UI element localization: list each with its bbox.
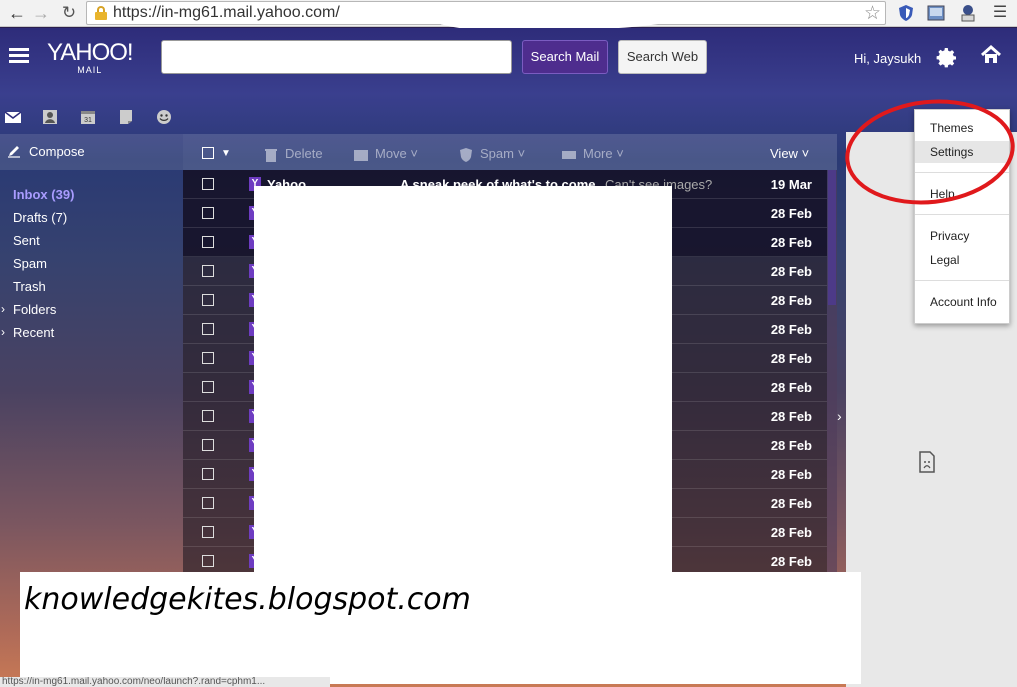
broken-file-icon: [919, 451, 935, 473]
compose-label: Compose: [29, 144, 85, 159]
search-mail-button[interactable]: Search Mail: [522, 40, 608, 74]
row-checkbox[interactable]: [202, 178, 214, 190]
back-icon[interactable]: ←: [6, 2, 28, 24]
sidebar-item-sent[interactable]: Sent: [0, 229, 183, 252]
settings-menu: Themes Settings Help Privacy Legal Accou…: [914, 109, 1010, 324]
menu-divider: [915, 172, 1009, 173]
message-date: 28 Feb: [770, 351, 812, 366]
watermark-text: knowledgekites.blogspot.com: [24, 582, 471, 617]
row-checkbox[interactable]: [202, 352, 214, 364]
browser-menu-icon[interactable]: ☰: [990, 3, 1010, 23]
message-date: 28 Feb: [770, 496, 812, 511]
trash-icon: [265, 148, 277, 162]
delete-button[interactable]: Delete: [263, 134, 323, 170]
chevron-down-icon[interactable]: ▼: [221, 134, 231, 170]
message-date: 28 Feb: [770, 322, 812, 337]
folder-list: Inbox (39) Drafts (7) Sent Spam Trash › F…: [0, 183, 183, 344]
sidebar-item-recent[interactable]: › Recent: [0, 321, 183, 344]
message-date: 28 Feb: [770, 380, 812, 395]
sidebar-item-trash[interactable]: Trash: [0, 275, 183, 298]
row-checkbox[interactable]: [202, 265, 214, 277]
message-date: 28 Feb: [770, 525, 812, 540]
view-button[interactable]: View ˅: [770, 134, 809, 170]
menu-divider: [915, 280, 1009, 281]
message-date: 28 Feb: [770, 293, 812, 308]
sidebar-item-folders[interactable]: › Folders: [0, 298, 183, 321]
messenger-icon[interactable]: [155, 108, 173, 126]
message-date: 28 Feb: [770, 438, 812, 453]
row-checkbox[interactable]: [202, 410, 214, 422]
row-checkbox[interactable]: [202, 439, 214, 451]
row-checkbox[interactable]: [202, 526, 214, 538]
row-checkbox[interactable]: [202, 468, 214, 480]
redaction-box: [254, 186, 672, 600]
svg-text:31: 31: [84, 117, 92, 124]
row-checkbox[interactable]: [202, 323, 214, 335]
watermark-banner: knowledgekites.blogspot.com: [20, 572, 861, 684]
message-date: 19 Mar: [770, 177, 812, 192]
menu-item-themes[interactable]: Themes: [915, 117, 1009, 139]
select-all-checkbox[interactable]: [202, 147, 214, 159]
message-date: 28 Feb: [770, 264, 812, 279]
chevron-right-icon: ›: [1, 325, 5, 339]
hamburger-menu-icon[interactable]: [9, 48, 29, 64]
app-switcher: 31: [0, 106, 180, 130]
move-folder-icon: [354, 149, 368, 161]
message-date: 28 Feb: [770, 206, 812, 221]
reload-icon[interactable]: ↻: [58, 2, 80, 24]
compose-button[interactable]: Compose: [0, 134, 183, 170]
row-checkbox[interactable]: [202, 497, 214, 509]
notepad-icon[interactable]: [117, 108, 135, 126]
row-checkbox[interactable]: [202, 555, 214, 567]
more-dots-icon: [562, 150, 576, 159]
row-checkbox[interactable]: [202, 207, 214, 219]
lock-icon: [95, 6, 107, 20]
message-date: 28 Feb: [770, 409, 812, 424]
row-checkbox[interactable]: [202, 381, 214, 393]
sidebar-item-inbox[interactable]: Inbox (39): [0, 183, 183, 206]
chevron-right-icon: ›: [1, 302, 5, 316]
url-text: https://in-mg61.mail.yahoo.com/: [113, 4, 340, 21]
row-checkbox[interactable]: [202, 236, 214, 248]
message-date: 28 Feb: [770, 467, 812, 482]
gear-icon[interactable]: [935, 46, 959, 70]
row-checkbox[interactable]: [202, 294, 214, 306]
scrollbar-thumb[interactable]: [828, 170, 836, 305]
menu-item-help[interactable]: Help: [915, 183, 1009, 205]
home-icon[interactable]: [980, 44, 1002, 66]
menu-item-legal[interactable]: Legal: [915, 249, 1009, 271]
menu-divider: [915, 214, 1009, 215]
search-web-button[interactable]: Search Web: [618, 40, 707, 74]
message-toolbar: ▼ Delete Move ˅ Spam ˅ More ˅ View ˅: [183, 134, 837, 170]
menu-item-settings[interactable]: Settings: [915, 141, 1009, 163]
shield-icon[interactable]: [896, 3, 916, 23]
spam-button[interactable]: Spam ˅: [458, 134, 525, 170]
menu-item-account-info[interactable]: Account Info: [915, 291, 1009, 313]
yahoo-logo[interactable]: YAHOO! MAIL: [47, 40, 134, 75]
spam-shield-icon: [460, 147, 472, 162]
move-button[interactable]: Move ˅: [353, 134, 418, 170]
search-input[interactable]: [161, 40, 512, 74]
contacts-icon[interactable]: [41, 108, 59, 126]
image-extension-icon[interactable]: [926, 3, 946, 23]
mail-icon[interactable]: [4, 108, 22, 126]
pencil-icon: [8, 146, 20, 158]
message-date: 28 Feb: [770, 554, 812, 569]
user-greeting[interactable]: Hi, Jaysukh: [854, 51, 921, 66]
message-date: 28 Feb: [770, 235, 812, 250]
document-extension-icon[interactable]: [958, 3, 978, 23]
menu-item-privacy[interactable]: Privacy: [915, 225, 1009, 247]
sidebar-item-drafts[interactable]: Drafts (7): [0, 206, 183, 229]
bookmark-star-icon[interactable]: ☆: [864, 2, 881, 25]
sidebar-item-spam[interactable]: Spam: [0, 252, 183, 275]
browser-toolbar: ← → ↻ https://in-mg61.mail.yahoo.com/ ☆ …: [0, 0, 1017, 32]
chevron-right-icon[interactable]: ›: [837, 408, 842, 424]
forward-icon[interactable]: →: [30, 2, 52, 24]
calendar-icon[interactable]: 31: [79, 108, 97, 126]
address-bar[interactable]: https://in-mg61.mail.yahoo.com/ ☆: [86, 1, 886, 32]
status-bar: https://in-mg61.mail.yahoo.com/neo/launc…: [0, 677, 330, 687]
more-button[interactable]: More ˅: [561, 134, 624, 170]
